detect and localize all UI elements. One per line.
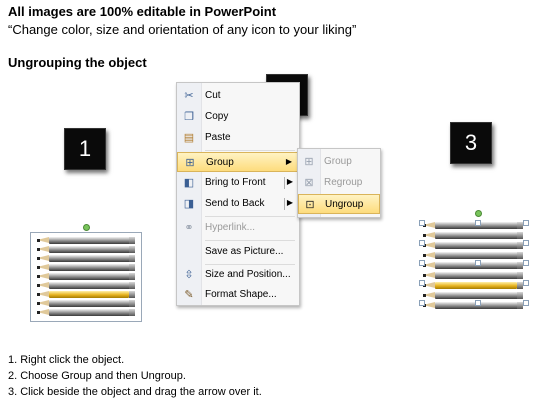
submenu-item-group[interactable]: ⊞ Group [298, 152, 380, 172]
selection-handle[interactable] [523, 280, 529, 286]
submenu-item-regroup[interactable]: ⊠ Regroup [298, 173, 380, 193]
scissors-icon: ✂ [184, 90, 194, 102]
selection-handle[interactable] [419, 300, 425, 306]
page-title: All images are 100% editable in PowerPoi… [8, 4, 277, 19]
split-divider [284, 198, 285, 210]
menu-item-label: Send to Back [205, 198, 265, 209]
step-item: 2. Choose Group and then Ungroup. [8, 370, 186, 382]
group-icon: ⊞ [185, 157, 195, 169]
context-menu: ✂ Cut ❐ Copy ▤ Paste ⊞ Group ▶ ◧ Bring t… [176, 82, 300, 306]
menu-item-group[interactable]: ⊞ Group ▶ [177, 152, 299, 172]
menu-separator [205, 216, 295, 217]
selection-handle[interactable] [419, 280, 425, 286]
section-title: Ungrouping the object [8, 55, 147, 70]
step-item: 3. Click beside the object and drag the … [8, 386, 262, 398]
menu-item-label: Bring to Front [205, 177, 266, 188]
group-submenu: ⊞ Group ⊠ Regroup ⊡ Ungroup [297, 148, 381, 218]
selection-handle[interactable] [419, 220, 425, 226]
copy-icon: ❐ [184, 111, 194, 123]
selection-handle[interactable] [523, 240, 529, 246]
step-badge-3: 3 [450, 122, 492, 164]
step-badge-1: 1 [64, 128, 106, 170]
selection-handle[interactable] [523, 260, 529, 266]
submenu-item-label: Ungroup [325, 199, 364, 210]
menu-item-label: Cut [205, 90, 221, 101]
rotation-handle[interactable] [83, 224, 90, 231]
selection-handle[interactable] [419, 240, 425, 246]
selection-handle[interactable] [523, 220, 529, 226]
menu-item-send-to-back[interactable]: ◨ Send to Back ▶ [177, 194, 299, 214]
page-subtitle: “Change color, size and orientation of a… [8, 22, 357, 37]
menu-item-label: Save as Picture... [205, 246, 284, 257]
submenu-item-label: Group [324, 156, 352, 167]
instruction-steps: 1. Right click the object. 2. Choose Gro… [8, 352, 262, 400]
menu-separator [205, 150, 295, 151]
selection-handle[interactable] [523, 300, 529, 306]
grouped-pencils-object[interactable] [30, 224, 142, 322]
menu-separator [205, 240, 295, 241]
menu-item-cut[interactable]: ✂ Cut [177, 86, 299, 106]
step-item: 1. Right click the object. [8, 354, 125, 366]
menu-item-label: Paste [205, 132, 231, 143]
format-shape-icon: ✎ [184, 289, 194, 301]
selection-handle[interactable] [419, 260, 425, 266]
menu-item-hyperlink[interactable]: ⚭ Hyperlink... [177, 218, 299, 238]
split-divider [284, 177, 285, 189]
menu-item-label: Copy [205, 111, 229, 122]
menu-item-format-shape[interactable]: ✎ Format Shape... [177, 285, 299, 305]
send-to-back-icon: ◨ [183, 198, 195, 210]
menu-item-paste[interactable]: ▤ Paste [177, 128, 299, 148]
menu-item-label: Hyperlink... [205, 222, 256, 233]
hyperlink-icon: ⚭ [184, 222, 194, 234]
bring-to-front-icon: ◧ [183, 177, 195, 189]
submenu-item-label: Regroup [324, 177, 363, 188]
size-position-icon: ⇳ [184, 269, 194, 281]
rotation-handle[interactable] [475, 210, 482, 217]
ungrouped-pencils-object[interactable] [418, 210, 532, 317]
group-icon: ⊞ [304, 156, 314, 168]
regroup-icon: ⊠ [304, 177, 314, 189]
menu-item-copy[interactable]: ❐ Copy [177, 107, 299, 127]
menu-item-bring-to-front[interactable]: ◧ Bring to Front ▶ [177, 173, 299, 193]
menu-item-label: Group [206, 157, 234, 168]
selection-handle[interactable] [475, 300, 481, 306]
menu-item-label: Format Shape... [205, 289, 277, 300]
submenu-arrow-icon[interactable]: ▶ [287, 198, 293, 207]
submenu-item-ungroup[interactable]: ⊡ Ungroup [298, 194, 380, 214]
paste-icon: ▤ [183, 132, 195, 144]
submenu-arrow-icon[interactable]: ▶ [287, 177, 293, 186]
selection-handle[interactable] [475, 220, 481, 226]
menu-item-label: Size and Position... [205, 269, 291, 280]
menu-item-size-and-position[interactable]: ⇳ Size and Position... [177, 265, 299, 285]
ungroup-icon: ⊡ [305, 199, 315, 211]
submenu-arrow-icon: ▶ [285, 157, 292, 166]
selection-handle[interactable] [475, 260, 481, 266]
menu-item-save-as-picture[interactable]: Save as Picture... [177, 242, 299, 262]
